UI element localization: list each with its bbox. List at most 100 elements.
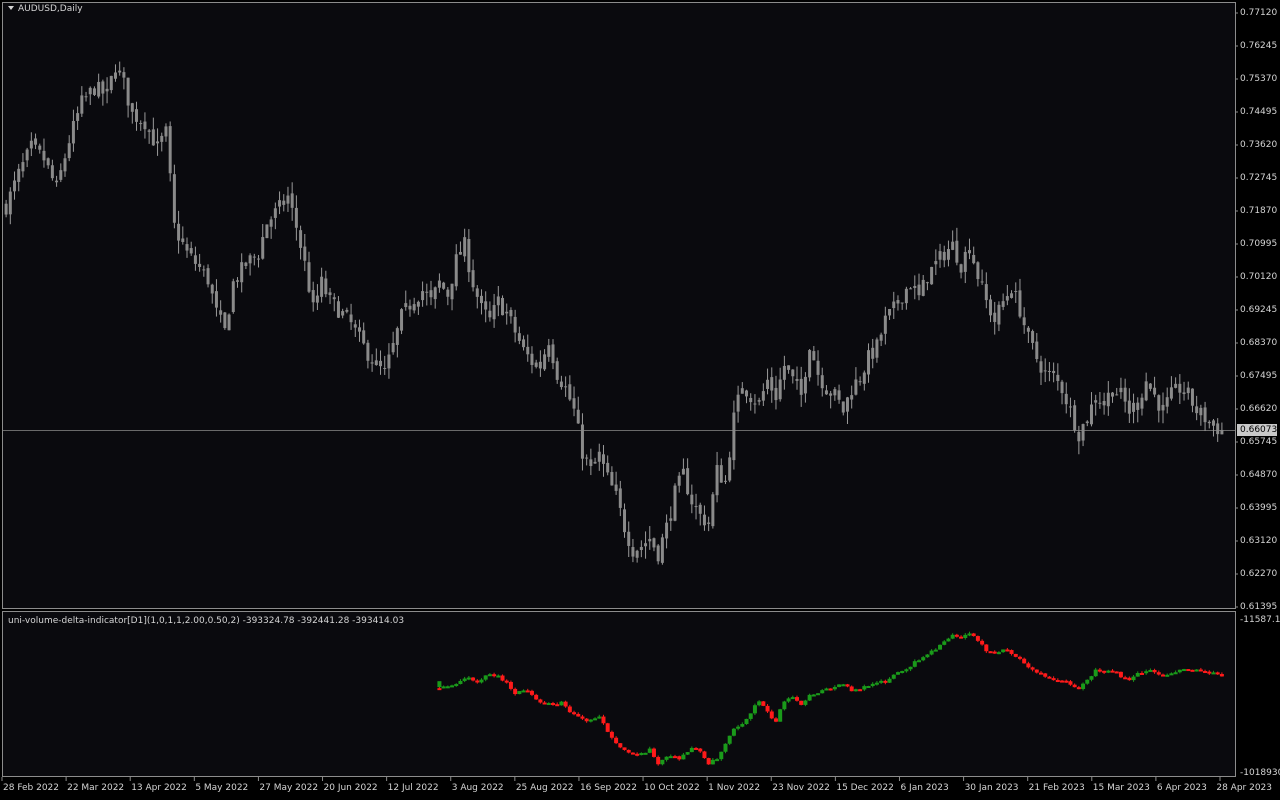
delta-candle bbox=[567, 704, 572, 713]
candle-body bbox=[551, 344, 555, 364]
delta-candle bbox=[563, 700, 568, 708]
delta-candle bbox=[1198, 667, 1203, 672]
dropdown-triangle-icon[interactable] bbox=[8, 5, 14, 10]
candle-body bbox=[879, 334, 883, 341]
candle bbox=[1060, 379, 1064, 405]
delta-body bbox=[609, 731, 614, 738]
delta-candle bbox=[1009, 649, 1014, 656]
candle bbox=[782, 355, 786, 390]
candle-body bbox=[635, 550, 639, 558]
delta-body bbox=[996, 652, 1001, 655]
candle-body bbox=[606, 462, 610, 473]
candle-body bbox=[517, 333, 521, 341]
candle bbox=[509, 307, 513, 324]
delta-candle bbox=[1215, 671, 1220, 675]
candle-body bbox=[328, 292, 332, 296]
candle bbox=[395, 326, 399, 358]
delta-candle bbox=[694, 747, 699, 750]
candle-body bbox=[1174, 383, 1178, 388]
candle-body bbox=[336, 301, 340, 318]
delta-body bbox=[462, 678, 467, 681]
delta-candle bbox=[462, 676, 467, 683]
delta-body bbox=[828, 688, 833, 691]
price-axis-label: 0.66620 bbox=[1240, 404, 1278, 414]
candle-body bbox=[1127, 400, 1131, 414]
delta-candle bbox=[1177, 669, 1182, 674]
candle-body bbox=[67, 143, 71, 159]
candle bbox=[766, 368, 770, 395]
candle bbox=[479, 289, 483, 315]
delta-body bbox=[946, 638, 951, 642]
candle-body bbox=[433, 287, 437, 300]
indicator-axis-bottom: -1018930.4 bbox=[1240, 768, 1280, 778]
candle bbox=[172, 164, 176, 229]
candle bbox=[829, 390, 833, 409]
delta-candle bbox=[795, 695, 799, 702]
delta-candle bbox=[996, 651, 1001, 655]
candle-body bbox=[938, 251, 942, 260]
candle bbox=[719, 458, 723, 483]
delta-body bbox=[534, 694, 539, 700]
candle-body bbox=[1111, 392, 1115, 397]
delta-candle bbox=[769, 709, 774, 720]
delta-candle bbox=[702, 750, 707, 759]
candle bbox=[425, 283, 429, 306]
candle bbox=[980, 269, 984, 285]
candle-body bbox=[1140, 397, 1144, 409]
candle-body bbox=[147, 130, 151, 132]
candle-body bbox=[1056, 374, 1060, 381]
delta-candle bbox=[471, 677, 476, 682]
chart-window[interactable]: AUDUSD,Daily uni-volume-delta-indicator[… bbox=[0, 0, 1280, 800]
candle-body bbox=[522, 339, 526, 348]
candle-body bbox=[370, 362, 374, 364]
candle bbox=[135, 101, 139, 131]
candle bbox=[610, 466, 614, 486]
candle-body bbox=[206, 268, 210, 285]
delta-body bbox=[656, 756, 661, 765]
delta-body bbox=[782, 701, 787, 710]
candle-body bbox=[1119, 387, 1123, 393]
candle bbox=[774, 375, 778, 410]
delta-candle bbox=[803, 699, 808, 707]
candle-body bbox=[126, 77, 130, 106]
candle bbox=[1144, 372, 1148, 402]
candle bbox=[669, 506, 673, 531]
candle bbox=[345, 307, 349, 314]
candle bbox=[723, 475, 727, 485]
candle-body bbox=[139, 123, 143, 125]
delta-candle bbox=[912, 659, 917, 668]
candle-body bbox=[109, 75, 113, 91]
candle-body bbox=[858, 381, 862, 383]
candle bbox=[690, 484, 694, 514]
candle-body bbox=[353, 324, 357, 328]
candle bbox=[597, 443, 601, 471]
candle bbox=[122, 67, 126, 90]
candle bbox=[501, 295, 505, 316]
candle bbox=[29, 132, 33, 157]
delta-candle bbox=[1139, 671, 1144, 675]
candle-body bbox=[1081, 424, 1085, 441]
candle-body bbox=[677, 475, 681, 486]
candle-body bbox=[479, 295, 483, 304]
candle-body bbox=[1199, 407, 1203, 416]
candle bbox=[976, 261, 980, 287]
symbol-timeframe-label[interactable]: AUDUSD,Daily bbox=[8, 4, 83, 15]
delta-candle bbox=[529, 689, 534, 697]
candle-body bbox=[778, 379, 782, 400]
delta-candle bbox=[454, 683, 459, 687]
candle bbox=[408, 299, 412, 317]
candle bbox=[1031, 329, 1035, 350]
candle bbox=[181, 226, 185, 245]
delta-candle bbox=[1211, 670, 1216, 675]
candle-body bbox=[315, 295, 319, 303]
candle-body bbox=[538, 361, 542, 369]
delta-candle bbox=[895, 671, 900, 675]
delta-candle bbox=[1127, 676, 1132, 681]
delta-body bbox=[1102, 670, 1107, 673]
delta-body bbox=[651, 748, 656, 757]
delta-body bbox=[841, 684, 846, 687]
candle bbox=[938, 243, 942, 268]
candle bbox=[601, 445, 605, 477]
delta-candle bbox=[534, 693, 539, 700]
candle bbox=[391, 331, 395, 355]
